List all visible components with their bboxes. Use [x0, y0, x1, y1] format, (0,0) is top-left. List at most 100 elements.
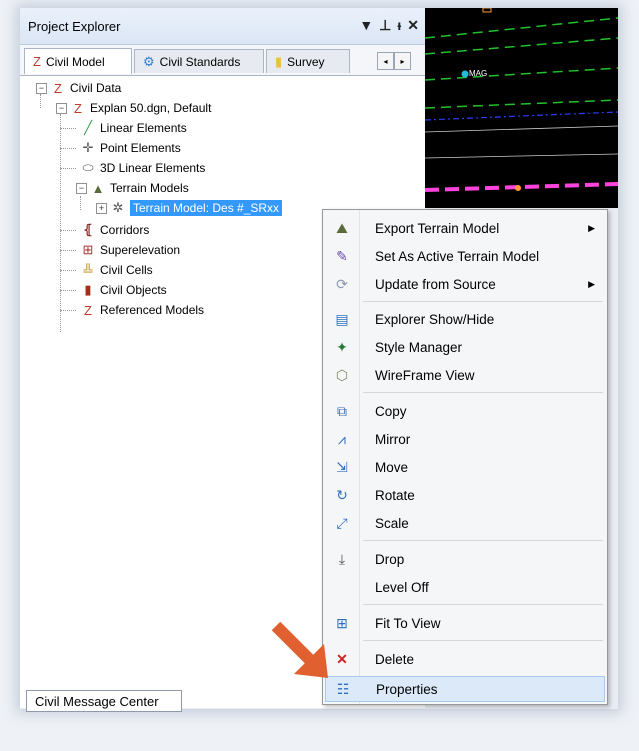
tab-label: Civil Model: [45, 54, 105, 69]
menu-item-properties[interactable]: ☷ Properties: [325, 676, 605, 702]
menu-item-move[interactable]: ⇲ Move: [325, 454, 605, 480]
menu-item-label: Explorer Show/Hide: [375, 311, 495, 327]
node-label: Linear Elements: [100, 121, 187, 135]
map-drawing: [425, 8, 618, 192]
wireframe-icon: ⬡: [335, 366, 349, 383]
menu-item-update-from-source[interactable]: ⟳ Update from Source ▶: [325, 271, 605, 297]
panel-title: Project Explorer: [28, 19, 121, 34]
menu-item-label: Scale: [375, 515, 409, 531]
menu-item-level-off[interactable]: Level Off: [325, 574, 605, 600]
standards-icon: ⚙: [143, 53, 155, 69]
survey-icon: ▮: [275, 53, 283, 69]
point-icon: ✛: [82, 140, 94, 155]
superelevation-icon: ⊞: [82, 242, 94, 257]
tab-scroll-buttons: ◂ ▸: [377, 52, 411, 70]
menu-item-scale[interactable]: ⤢ Scale: [325, 510, 605, 536]
menu-item-label: Set As Active Terrain Model: [375, 248, 540, 264]
node-label: Civil Cells: [100, 263, 153, 277]
node-label: Corridors: [100, 223, 150, 237]
terrain-icon: ▲: [91, 180, 105, 196]
civil-objects-icon: ▮: [84, 282, 92, 297]
tab-label: Survey: [287, 54, 325, 69]
tree-node-linear-elements[interactable]: ╱ Linear Elements: [80, 118, 187, 138]
pin-icon[interactable]: ⊥: [379, 17, 391, 33]
tab-label: Civil Standards: [159, 54, 241, 69]
style-manager-icon: ✦: [336, 338, 348, 355]
tab-civil-standards[interactable]: ⚙ Civil Standards: [134, 49, 264, 73]
tree-node-file[interactable]: Z Explan 50.dgn, Default: [70, 98, 211, 118]
menu-item-rotate[interactable]: ↻ Rotate: [325, 482, 605, 508]
menu-item-delete[interactable]: ✕ Delete: [325, 646, 605, 672]
scroll-right-icon[interactable]: ▸: [394, 52, 411, 70]
node-label: Terrain Models: [110, 181, 189, 195]
tree-node-civil-objects[interactable]: ▮ Civil Objects: [80, 280, 167, 300]
panel-titlebar: Project Explorer ▼ ⊥ ᵻ ✕: [20, 8, 425, 45]
rotate-icon: ↻: [336, 486, 348, 503]
menu-item-label: Copy: [375, 403, 407, 419]
corridor-icon: ⦃: [83, 222, 93, 237]
menu-item-style-manager[interactable]: ✦ Style Manager: [325, 334, 605, 360]
menu-item-label: Level Off: [375, 579, 429, 595]
submenu-arrow-icon: ▶: [588, 278, 595, 289]
expand-toggle[interactable]: +: [96, 203, 107, 214]
scale-icon: ⤢: [336, 514, 348, 531]
menu-item-label: Drop: [375, 551, 405, 567]
node-label: Civil Objects: [100, 283, 167, 297]
scroll-left-icon[interactable]: ◂: [377, 52, 394, 70]
menu-item-label: Style Manager: [375, 339, 463, 355]
menu-item-fit-to-view[interactable]: ⊞ Fit To View: [325, 610, 605, 636]
menu-item-label: Export Terrain Model: [375, 220, 500, 236]
tree-node-3d-linear-elements[interactable]: ⬭ 3D Linear Elements: [80, 158, 205, 178]
map-label: MAG: [469, 69, 488, 78]
civil-z-icon: Z: [33, 54, 41, 69]
node-label: Referenced Models: [100, 303, 205, 317]
tree-node-referenced-models[interactable]: Z Referenced Models: [80, 300, 204, 320]
civil-z-icon: Z: [54, 80, 62, 96]
menu-separator: [363, 540, 603, 541]
unpin-icon[interactable]: ᵻ: [397, 17, 401, 33]
annotation-arrow-icon: [271, 621, 328, 678]
menu-item-set-active-terrain-model[interactable]: ✎ Set As Active Terrain Model: [325, 243, 605, 269]
menu-separator: [363, 301, 603, 302]
node-label: 3D Linear Elements: [100, 161, 206, 175]
menu-item-drop[interactable]: ⤓ Drop: [325, 546, 605, 572]
mirror-icon: ⩘: [338, 430, 346, 447]
menu-item-wireframe-view[interactable]: ⬡ WireFrame View: [325, 362, 605, 388]
civil-z-icon: Z: [74, 100, 82, 116]
menu-item-label: Update from Source: [375, 276, 496, 292]
collapse-toggle[interactable]: −: [56, 103, 67, 114]
move-icon: ⇲: [336, 458, 348, 475]
menu-item-copy[interactable]: ⧉ Copy: [325, 398, 605, 424]
panel-tabs: Z Civil Model ⚙ Civil Standards ▮ Survey…: [20, 45, 425, 76]
collapse-toggle[interactable]: −: [76, 183, 87, 194]
tree-node-civil-data[interactable]: Z Civil Data: [50, 78, 121, 98]
menu-item-export-terrain-model[interactable]: ⛰ Export Terrain Model ▶: [325, 215, 605, 241]
menu-item-mirror[interactable]: ⩘ Mirror: [325, 426, 605, 452]
map-view[interactable]: MAG: [425, 8, 618, 208]
tree-node-point-elements[interactable]: ✛ Point Elements: [80, 138, 181, 158]
node-label: Terrain Model: Des #_SRxx: [130, 200, 283, 216]
node-label: Point Elements: [100, 141, 181, 155]
context-menu: ⛰ Export Terrain Model ▶ ✎ Set As Active…: [322, 209, 608, 705]
tree-node-civil-cells[interactable]: ╩ Civil Cells: [80, 260, 153, 280]
explorer-icon: ▤: [335, 310, 349, 327]
civil-message-center-tab[interactable]: Civil Message Center: [26, 690, 182, 712]
dropdown-icon[interactable]: ▼: [359, 17, 373, 33]
tree-node-superelevation[interactable]: ⊞ Superelevation: [80, 240, 181, 260]
tree-node-corridors[interactable]: ⦃ Corridors: [80, 220, 149, 240]
menu-item-label: Mirror: [375, 431, 411, 447]
tab-civil-model[interactable]: Z Civil Model: [24, 48, 132, 74]
submenu-arrow-icon: ▶: [588, 222, 595, 233]
menu-separator: [363, 392, 603, 393]
menu-item-label: Move: [375, 459, 409, 475]
menu-item-explorer-show-hide[interactable]: ▤ Explorer Show/Hide: [325, 306, 605, 332]
civil-cells-icon: ╩: [83, 262, 93, 278]
node-label: Superelevation: [100, 243, 181, 257]
titlebar-icons: ▼ ⊥ ᵻ ✕: [359, 17, 419, 33]
tab-survey[interactable]: ▮ Survey: [266, 49, 350, 73]
collapse-toggle[interactable]: −: [36, 83, 47, 94]
close-icon[interactable]: ✕: [407, 17, 419, 33]
tree-node-terrain-model-selected[interactable]: ✲ Terrain Model: Des #_SRxx: [110, 198, 283, 218]
tree-node-terrain-models[interactable]: ▲ Terrain Models: [90, 178, 189, 198]
menu-item-label: WireFrame View: [375, 367, 475, 383]
